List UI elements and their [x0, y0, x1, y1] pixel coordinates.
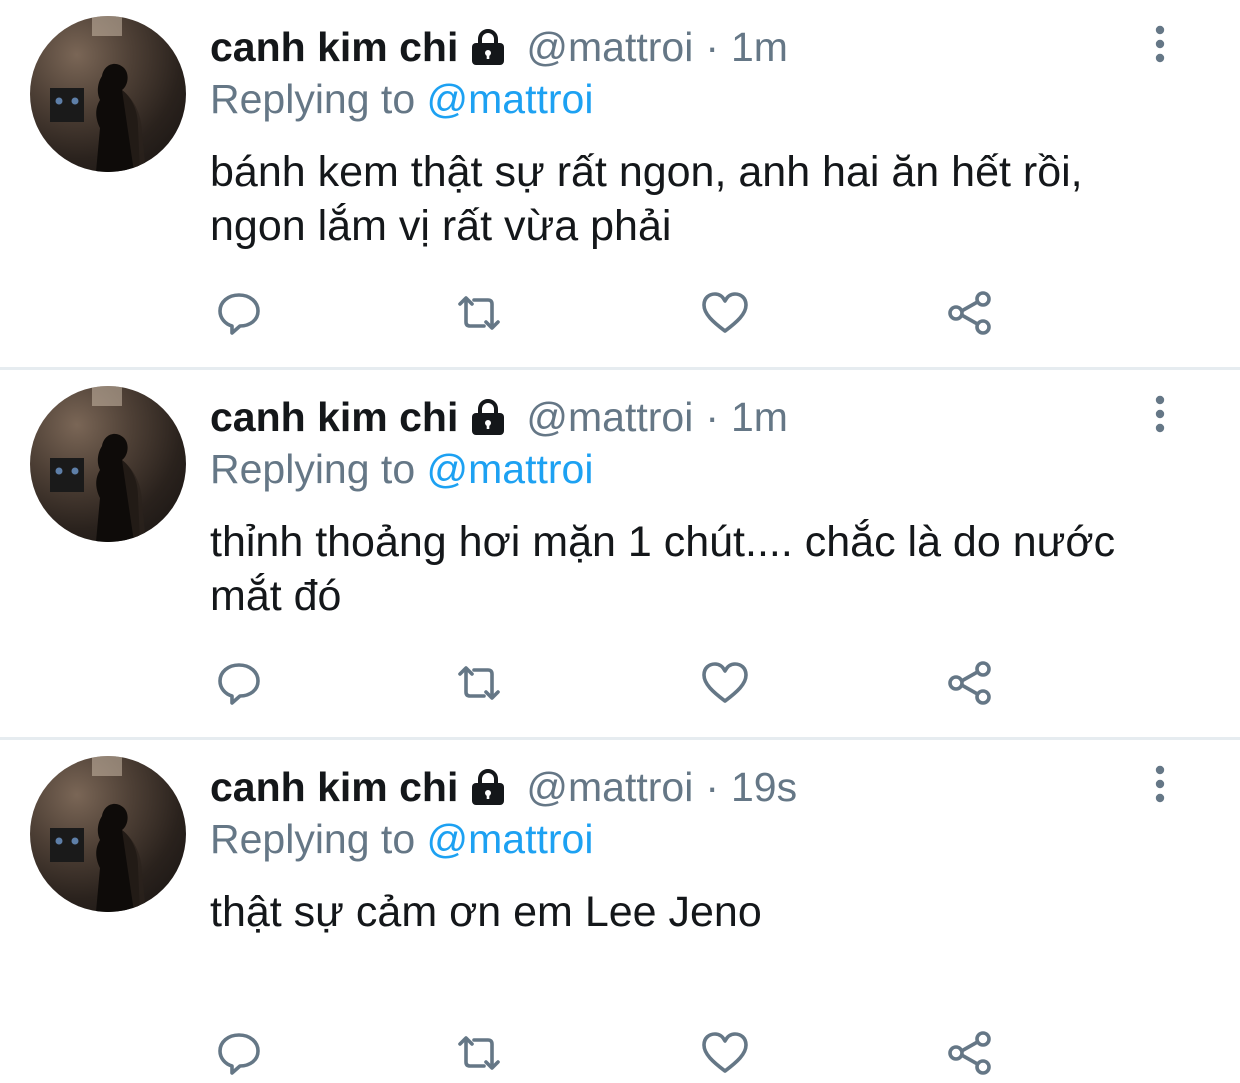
- mention-link[interactable]: @mattroi: [427, 76, 594, 122]
- replying-to: Replying to @mattroi: [210, 76, 593, 123]
- tweet[interactable]: canh kim chi @mattroi · 1m Replying to @…: [0, 0, 1240, 370]
- tweet-text: bánh kem thật sự rất ngon, anh hai ăn hế…: [210, 148, 1083, 250]
- tweet-actions: [210, 658, 1010, 708]
- share-icon: [944, 1028, 994, 1078]
- like-icon: [700, 658, 750, 708]
- retweet-button[interactable]: [454, 658, 504, 708]
- replying-label: Replying to: [210, 816, 416, 862]
- avatar-image: [30, 16, 186, 172]
- avatar[interactable]: [30, 756, 186, 912]
- reply-button[interactable]: [214, 658, 264, 708]
- display-name[interactable]: canh kim chi: [210, 764, 458, 811]
- tweet-text: thỉnh thoảng hơi mặn 1 chút.... chắc là …: [210, 518, 1116, 620]
- share-icon: [944, 288, 994, 338]
- reply-icon: [214, 1028, 264, 1078]
- retweet-icon: [454, 1028, 504, 1078]
- reply-button[interactable]: [214, 1028, 264, 1078]
- tweet-header: canh kim chi @mattroi · 1m: [210, 22, 788, 72]
- retweet-button[interactable]: [454, 288, 504, 338]
- handle[interactable]: @mattroi: [526, 394, 693, 441]
- avatar-image: [30, 756, 186, 912]
- timestamp[interactable]: 19s: [731, 764, 797, 811]
- share-button[interactable]: [944, 1028, 994, 1078]
- timestamp[interactable]: 1m: [731, 394, 788, 441]
- lock-icon: [468, 397, 508, 437]
- reply-icon: [214, 658, 264, 708]
- display-name[interactable]: canh kim chi: [210, 394, 458, 441]
- more-icon[interactable]: [1148, 24, 1172, 64]
- display-name[interactable]: canh kim chi: [210, 24, 458, 71]
- reply-icon: [214, 288, 264, 338]
- avatar[interactable]: [30, 386, 186, 542]
- retweet-button[interactable]: [454, 1028, 504, 1078]
- replying-to: Replying to @mattroi: [210, 446, 593, 493]
- more-icon[interactable]: [1148, 764, 1172, 804]
- lock-icon: [468, 767, 508, 807]
- like-icon: [700, 288, 750, 338]
- handle[interactable]: @mattroi: [526, 24, 693, 71]
- mention-link[interactable]: @mattroi: [427, 446, 594, 492]
- separator-dot: ·: [705, 763, 719, 810]
- share-button[interactable]: [944, 288, 994, 338]
- like-icon: [700, 1028, 750, 1078]
- tweet-header: canh kim chi @mattroi · 1m: [210, 392, 788, 442]
- timestamp[interactable]: 1m: [731, 24, 788, 71]
- handle[interactable]: @mattroi: [526, 764, 693, 811]
- tweet[interactable]: canh kim chi @mattroi · 19s Replying to …: [0, 740, 1240, 1052]
- avatar[interactable]: [30, 16, 186, 172]
- reply-button[interactable]: [214, 288, 264, 338]
- tweet-header: canh kim chi @mattroi · 19s: [210, 762, 797, 812]
- like-button[interactable]: [700, 658, 750, 708]
- share-icon: [944, 658, 994, 708]
- more-icon[interactable]: [1148, 394, 1172, 434]
- tweet-actions: [210, 1028, 1010, 1078]
- retweet-icon: [454, 288, 504, 338]
- tweet-actions: [210, 288, 1010, 338]
- replying-to: Replying to @mattroi: [210, 816, 593, 863]
- avatar-image: [30, 386, 186, 542]
- separator-dot: ·: [705, 393, 719, 440]
- replying-label: Replying to: [210, 76, 416, 122]
- like-button[interactable]: [700, 1028, 750, 1078]
- retweet-icon: [454, 658, 504, 708]
- replying-label: Replying to: [210, 446, 416, 492]
- separator-dot: ·: [705, 23, 719, 70]
- share-button[interactable]: [944, 658, 994, 708]
- like-button[interactable]: [700, 288, 750, 338]
- tweet-text: thật sự cảm ơn em Lee Jeno: [210, 888, 762, 936]
- lock-icon: [468, 27, 508, 67]
- tweet[interactable]: canh kim chi @mattroi · 1m Replying to @…: [0, 370, 1240, 740]
- mention-link[interactable]: @mattroi: [427, 816, 594, 862]
